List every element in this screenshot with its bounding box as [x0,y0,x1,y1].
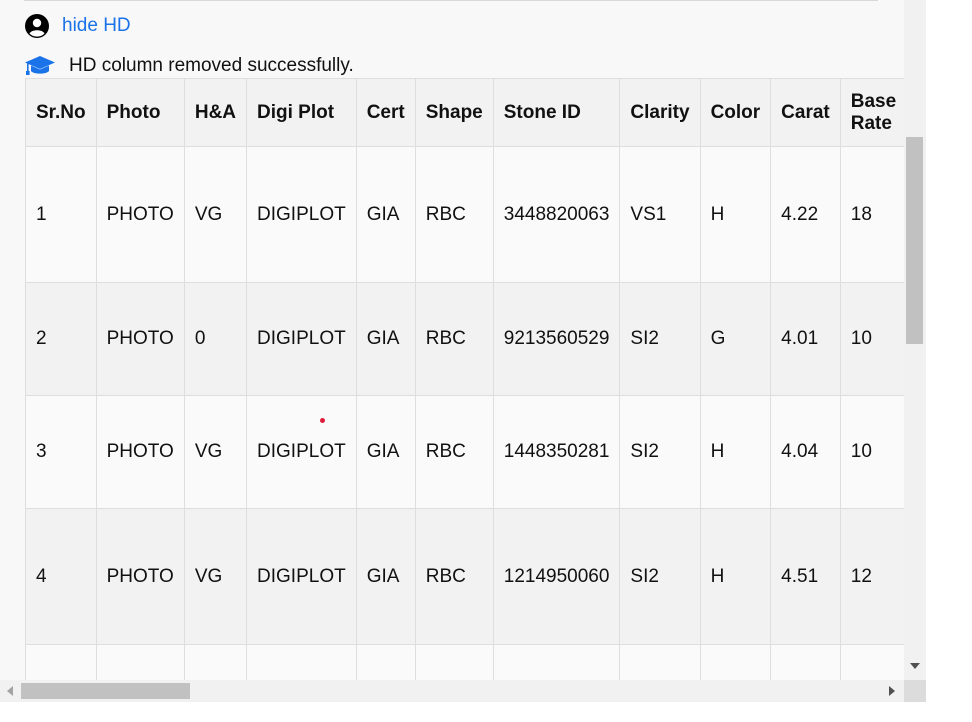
cell-sr-no: 1 [25,146,97,283]
scroll-right-arrow-icon[interactable] [889,686,895,696]
cell-color: H [699,146,772,283]
cell-cert: GIA [355,282,416,396]
cell-base-rate: 10 [839,395,904,509]
cell-carat: 4.01 [770,282,841,396]
cell-carat [770,644,841,680]
cell-clarity [619,644,701,680]
header-h-and-a[interactable]: H&A [183,78,248,147]
cell-digiplot-link[interactable]: DIGIPLOT [246,508,357,645]
cell-h-and-a [183,644,248,680]
header-clarity[interactable]: Clarity [619,78,701,147]
cell-shape: RBC [414,282,494,396]
stone-table-viewport[interactable]: Sr.No Photo H&A Digi Plot Cert Shape Sto… [25,78,904,680]
cell-stone-id: 1214950060 [492,508,621,645]
header-cert[interactable]: Cert [355,78,416,147]
cell-cert: GIA [355,508,416,645]
table-row[interactable]: 2 PHOTO 0 DIGIPLOT GIA RBC 9213560529 SI… [25,282,904,396]
cell-photo-link[interactable]: PHOTO [95,282,185,396]
vertical-scrollbar[interactable] [904,0,926,680]
cell-shape: RBC [414,508,494,645]
cell-carat: 4.04 [770,395,841,509]
cell-clarity: VS1 [619,146,701,283]
status-message: HD column removed successfully. [24,53,354,79]
cell-digiplot-link[interactable]: DIGIPLOT [246,282,357,396]
cell-shape [414,644,494,680]
cell-carat: 4.22 [770,146,841,283]
table-row[interactable]: 3 PHOTO VG DIGIPLOT GIA RBC 1448350281 S… [25,395,904,509]
cell-stone-id [492,644,621,680]
cell-photo-link[interactable]: PHOTO [95,395,185,509]
scrollbar-corner [904,680,926,702]
table-row[interactable]: 1 PHOTO VG DIGIPLOT GIA RBC 3448820063 V… [25,146,904,283]
cell-base-rate: 10 [839,282,904,396]
stone-table: Sr.No Photo H&A Digi Plot Cert Shape Sto… [25,78,904,680]
cell-clarity: SI2 [619,395,701,509]
header-color[interactable]: Color [699,78,772,147]
header-base-rate[interactable]: Base Rate [839,78,904,147]
header-shape[interactable]: Shape [414,78,494,147]
cell-photo-link[interactable] [95,644,185,680]
header-carat[interactable]: Carat [770,78,841,147]
cell-base-rate: 18 [839,146,904,283]
cell-sr-no: 3 [25,395,97,509]
cell-shape: RBC [414,395,494,509]
app-frame: hide HD HD column removed successfully. … [0,0,926,702]
cell-photo-link[interactable]: PHOTO [95,508,185,645]
scroll-left-arrow-icon[interactable] [7,686,13,696]
cell-cert: GIA [355,146,416,283]
user-circle-icon [25,14,49,38]
cell-h-and-a: 0 [183,282,248,396]
cell-base-rate: 12 [839,508,904,645]
table-row[interactable]: 4 PHOTO VG DIGIPLOT GIA RBC 1214950060 S… [25,508,904,645]
cell-base-rate [839,644,904,680]
cell-stone-id: 3448820063 [492,146,621,283]
cell-digiplot-link[interactable] [246,644,357,680]
scroll-down-arrow-icon[interactable] [910,663,920,669]
header-sr-no[interactable]: Sr.No [25,78,97,147]
cursor-dot [320,418,325,423]
cell-clarity: SI2 [619,508,701,645]
cell-h-and-a: VG [183,146,248,283]
header-stone-id[interactable]: Stone ID [492,78,621,147]
cell-photo-link[interactable]: PHOTO [95,146,185,283]
cell-h-and-a: VG [183,395,248,509]
graduation-cap-icon [25,56,55,75]
cell-shape: RBC [414,146,494,283]
table-row[interactable] [25,644,904,680]
status-message-text: HD column removed successfully. [69,55,354,76]
horizontal-scrollbar[interactable] [0,680,904,702]
cell-color: H [699,395,772,509]
cell-carat: 4.51 [770,508,841,645]
hd-toggle-row[interactable]: hide HD [24,12,131,40]
hide-hd-link[interactable]: hide HD [62,15,131,37]
cell-digiplot-link[interactable]: DIGIPLOT [246,395,357,509]
table-header-row: Sr.No Photo H&A Digi Plot Cert Shape Sto… [25,78,904,147]
header-digi-plot[interactable]: Digi Plot [246,78,357,147]
cell-color [699,644,772,680]
cell-cert: GIA [355,395,416,509]
cell-h-and-a: VG [183,508,248,645]
top-divider [24,0,878,1]
cell-cert [355,644,416,680]
cell-stone-id: 1448350281 [492,395,621,509]
cell-sr-no: 4 [25,508,97,645]
cell-digiplot-link[interactable]: DIGIPLOT [246,146,357,283]
cell-stone-id: 9213560529 [492,282,621,396]
cell-sr-no [25,644,97,680]
vertical-scrollbar-thumb[interactable] [906,137,923,344]
cell-color: H [699,508,772,645]
cell-color: G [699,282,772,396]
cell-clarity: SI2 [619,282,701,396]
horizontal-scrollbar-thumb[interactable] [21,683,190,699]
cell-sr-no: 2 [25,282,97,396]
header-photo[interactable]: Photo [95,78,185,147]
